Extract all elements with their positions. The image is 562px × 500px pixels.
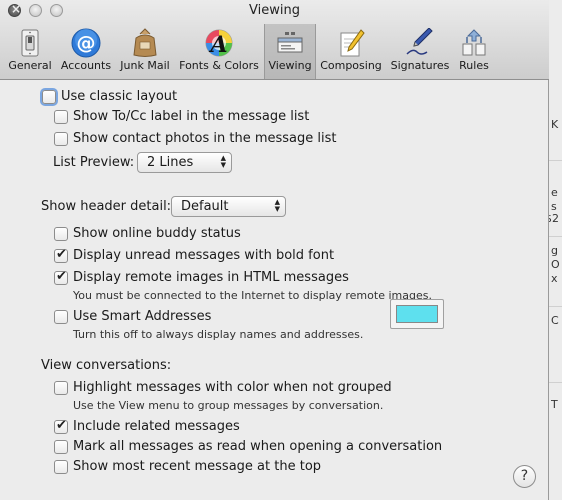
toolbar-junk-mail[interactable]: Junk Mail bbox=[116, 24, 174, 79]
popup-arrows-icon: ▲ ▼ bbox=[274, 198, 280, 213]
highlight-checkbox[interactable] bbox=[54, 381, 68, 395]
toolbar-label: Junk Mail bbox=[120, 59, 170, 72]
view-conversations-heading: View conversations: bbox=[41, 358, 172, 373]
recent-top-checkbox[interactable] bbox=[54, 460, 68, 474]
bg-text-fragment: O bbox=[551, 258, 560, 271]
toolbar-label: General bbox=[8, 59, 52, 72]
background-window: K e s g O x C T $2 bbox=[548, 0, 562, 500]
toolbar-signatures[interactable]: Signatures bbox=[388, 24, 452, 79]
svg-text:A: A bbox=[208, 32, 227, 58]
mark-all-read-checkbox[interactable] bbox=[54, 440, 68, 454]
buddy-status-checkbox[interactable] bbox=[54, 227, 68, 241]
header-detail-value: Default bbox=[181, 199, 229, 214]
viewing-icon bbox=[277, 32, 303, 53]
remote-images-note: You must be connected to the Internet to… bbox=[73, 289, 432, 302]
bg-text-fragment: K bbox=[551, 118, 559, 131]
checkbox-label: Include related messages bbox=[73, 419, 240, 434]
show-tocc-checkbox[interactable] bbox=[54, 110, 68, 124]
trash-bag-icon bbox=[133, 28, 157, 57]
bg-text-fragment: g bbox=[551, 244, 558, 257]
checkbox-label: Use classic layout bbox=[61, 89, 178, 104]
include-related-checkbox[interactable] bbox=[54, 418, 68, 434]
checkbox-label: Display unread messages with bold font bbox=[73, 248, 335, 263]
toolbar-label: Fonts & Colors bbox=[179, 59, 259, 72]
toolbar-label: Viewing bbox=[268, 59, 312, 72]
list-preview-value: 2 Lines bbox=[147, 155, 194, 170]
checkbox-label: Show online buddy status bbox=[73, 226, 241, 241]
checkbox-label: Show most recent message at the top bbox=[73, 459, 322, 474]
toolbar-general[interactable]: General bbox=[4, 24, 56, 79]
highlight-color-well[interactable] bbox=[390, 299, 444, 329]
rules-arrows-icon bbox=[462, 29, 486, 56]
toolbar-viewing[interactable]: Viewing bbox=[264, 24, 316, 79]
remote-images-checkbox[interactable] bbox=[54, 269, 68, 285]
bg-text-fragment: C bbox=[551, 314, 559, 327]
highlight-color-fill bbox=[396, 305, 438, 323]
toolbar-label: Accounts bbox=[60, 59, 112, 72]
toolbar-label: Composing bbox=[320, 59, 382, 72]
svg-text:@: @ bbox=[77, 32, 96, 54]
preferences-window: Viewing General @ Accounts bbox=[0, 0, 549, 500]
checkbox-label: Highlight messages with color when not g… bbox=[73, 380, 392, 395]
checkbox-label: Use Smart Addresses bbox=[73, 309, 212, 324]
window-title: Viewing bbox=[249, 3, 300, 18]
list-preview-label: List Preview: bbox=[53, 155, 135, 170]
checkbox-label: Show To/Cc label in the message list bbox=[73, 109, 310, 124]
bg-text-fragment: $2 bbox=[549, 212, 559, 225]
toolbar-composing[interactable]: Composing bbox=[318, 24, 384, 79]
header-detail-popup[interactable]: Default ▲ ▼ bbox=[171, 196, 286, 217]
pencil-paper-icon bbox=[340, 29, 365, 57]
show-contact-photos-checkbox[interactable] bbox=[54, 132, 68, 146]
viewing-preferences-pane: Use classic layout Show To/Cc label in t… bbox=[0, 81, 549, 500]
toolbar-accounts[interactable]: @ Accounts bbox=[57, 24, 115, 79]
toolbar-fonts-colors[interactable]: A Fonts & Colors bbox=[176, 24, 262, 79]
bg-text-fragment: e bbox=[551, 186, 558, 199]
toolbar-rules[interactable]: Rules bbox=[456, 24, 492, 79]
checkbox-label: Display remote images in HTML messages bbox=[73, 270, 349, 285]
popup-arrows-icon: ▲ ▼ bbox=[220, 154, 226, 169]
header-detail-label: Show header detail: bbox=[41, 199, 172, 214]
fountain-pen-icon bbox=[406, 28, 433, 55]
list-preview-popup[interactable]: 2 Lines ▲ ▼ bbox=[137, 152, 232, 173]
help-button[interactable]: ? bbox=[513, 465, 536, 488]
color-letter-icon: A bbox=[205, 29, 233, 58]
bold-unread-checkbox[interactable] bbox=[54, 247, 68, 263]
light-switch-icon bbox=[21, 29, 39, 57]
checkbox-label: Mark all messages as read when opening a… bbox=[73, 439, 443, 454]
smart-addresses-note: Turn this off to always display names an… bbox=[73, 328, 364, 341]
bg-text-fragment: x bbox=[551, 272, 558, 285]
toolbar-label: Rules bbox=[459, 59, 489, 72]
smart-addresses-checkbox[interactable] bbox=[54, 310, 68, 324]
at-sign-icon: @ bbox=[71, 28, 101, 58]
title-bar: Viewing General @ Accounts bbox=[0, 0, 549, 80]
use-classic-layout-checkbox[interactable] bbox=[42, 90, 56, 104]
toolbar-label: Signatures bbox=[390, 59, 450, 72]
checkbox-label: Show contact photos in the message list bbox=[73, 131, 337, 146]
bg-text-fragment: T bbox=[551, 398, 558, 411]
highlight-note: Use the View menu to group messages by c… bbox=[73, 399, 384, 412]
